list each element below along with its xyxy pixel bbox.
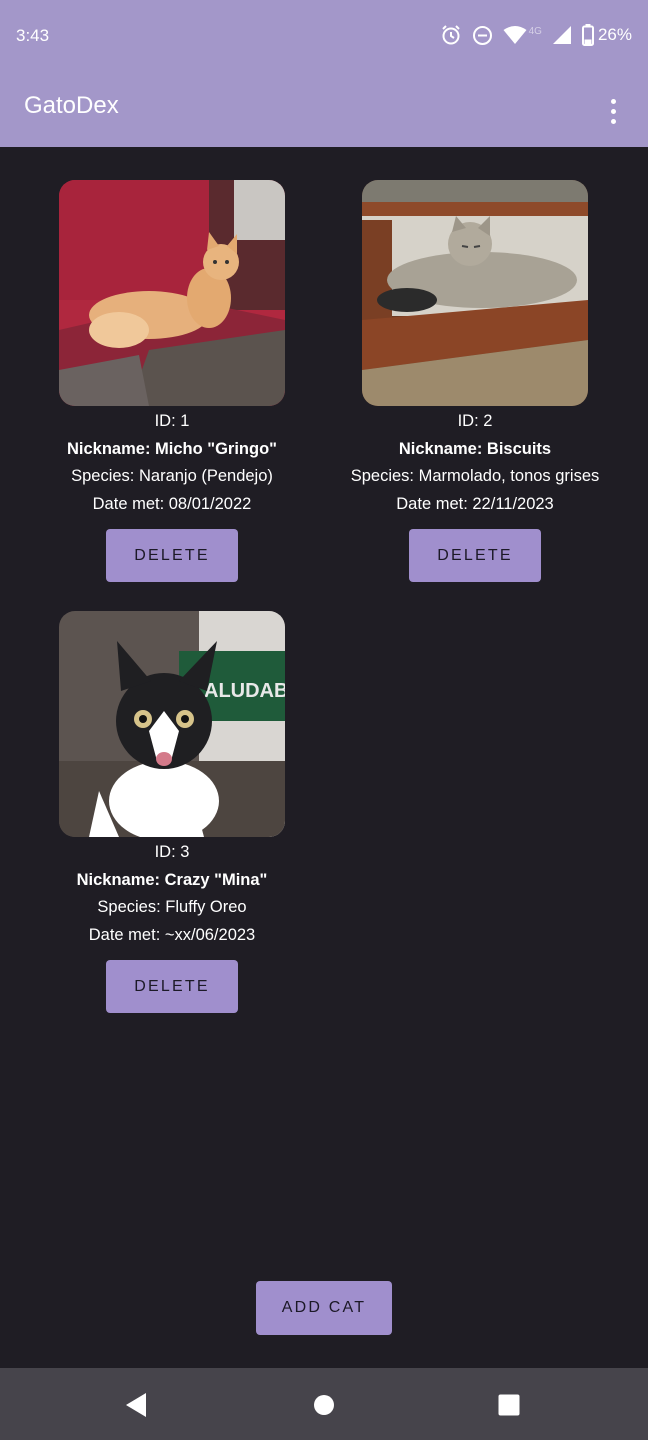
wifi-icon	[503, 26, 527, 44]
home-circle-icon[interactable]	[309, 1390, 339, 1420]
cat-date-met: Date met: 22/11/2023	[396, 494, 554, 513]
cat-species: Species: Naranjo (Pendejo)	[71, 467, 273, 485]
more-vert-icon[interactable]	[598, 93, 628, 129]
delete-button[interactable]: DELETE	[106, 529, 238, 582]
cat-id: ID: 3	[154, 843, 190, 861]
cat-nickname: Nickname: Crazy "Mina"	[76, 870, 268, 889]
status-icons: 4G 26%	[440, 24, 632, 46]
cat-photo	[59, 180, 285, 406]
battery-icon	[581, 24, 594, 46]
cat-nickname: Nickname: Biscuits	[398, 439, 552, 458]
delete-button[interactable]: DELETE	[409, 529, 541, 582]
navigation-bar	[0, 1368, 648, 1440]
photo-sign-text: ALUDAB	[204, 680, 285, 702]
recents-square-icon[interactable]	[494, 1390, 524, 1420]
cat-species: Species: Marmolado, tonos grises	[350, 467, 600, 485]
cat-id: ID: 2	[457, 412, 493, 430]
alarm-icon	[441, 25, 460, 45]
cat-nickname: Nickname: Micho "Gringo"	[66, 439, 277, 458]
delete-button[interactable]: DELETE	[106, 960, 238, 1013]
cat-photo: ALUDAB	[59, 611, 285, 837]
add-cat-button[interactable]: ADD CAT	[256, 1281, 392, 1335]
app-title: GatoDex	[24, 92, 119, 119]
cat-date-met: Date met: 08/01/2022	[92, 494, 252, 513]
app-bar: GatoDex	[0, 74, 648, 147]
cat-card: ID: 2 Nickname: Biscuits Species: Marmol…	[324, 180, 626, 582]
cat-date-met: Date met: ~xx/06/2023	[88, 925, 256, 944]
cat-card: ALUDAB ID: 3 Nickname: Crazy "Mina" Spec…	[21, 611, 323, 1013]
cat-species: Species: Fluffy Oreo	[97, 898, 247, 916]
status-bar: 3:43 4G 26%	[0, 0, 648, 74]
cat-photo	[362, 180, 588, 406]
do-not-disturb-icon	[472, 25, 492, 45]
battery-percentage: 26%	[597, 25, 632, 44]
cell-signal-icon	[552, 26, 571, 44]
cat-card: ID: 1 Nickname: Micho "Gringo" Species: …	[21, 180, 323, 582]
network-type-label: 4G	[528, 25, 542, 37]
status-time: 3:43	[16, 26, 50, 45]
cat-id: ID: 1	[154, 412, 190, 430]
back-triangle-icon[interactable]	[121, 1390, 151, 1420]
